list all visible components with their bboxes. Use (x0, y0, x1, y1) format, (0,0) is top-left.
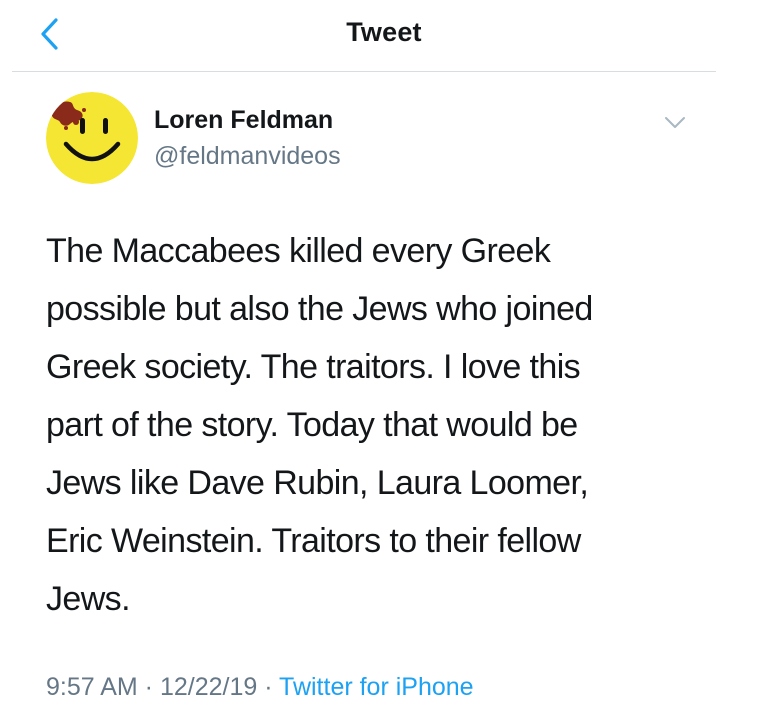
smiley-face-avatar-icon (46, 92, 138, 184)
tweet-author[interactable]: Loren Feldman @feldmanvideos (154, 105, 341, 171)
tweet-detail-screen: Tweet Loren Feldman @feldmanvideos The M… (0, 0, 768, 709)
tweet-text-line: part of the story. Today that would be (46, 406, 578, 444)
tweet-text-line: Jews like Dave Rubin, Laura Loomer, (46, 464, 589, 502)
tweet-text-line: The Maccabees killed every Greek (46, 232, 551, 270)
tweet-text: The Maccabees killed every Greek possibl… (46, 222, 686, 628)
meta-separator: · (257, 673, 280, 701)
chevron-down-icon (665, 117, 685, 128)
tweet-time: 9:57 AM (46, 673, 138, 701)
navigation-bar: Tweet (0, 0, 768, 72)
tweet-text-line: Greek society. The traitors. I love this (46, 348, 581, 386)
tweet-metadata: 9:57 AM · 12/22/19 · Twitter for iPhone (46, 672, 474, 702)
tweet-menu-button[interactable] (660, 112, 690, 134)
tweet-text-line: Eric Weinstein. Traitors to their fellow (46, 522, 581, 560)
page-title: Tweet (346, 17, 422, 47)
author-display-name[interactable]: Loren Feldman (154, 105, 341, 135)
tweet-text-line: Jews. (46, 580, 131, 618)
tweet-date: 12/22/19 (159, 673, 258, 701)
tweet-text-line: possible but also the Jews who joined (46, 290, 593, 328)
nav-divider (12, 71, 716, 72)
author-handle[interactable]: @feldmanvideos (154, 141, 341, 171)
meta-separator: · (137, 673, 160, 701)
tweet-source-link[interactable]: Twitter for iPhone (279, 673, 474, 701)
avatar[interactable] (46, 92, 138, 184)
